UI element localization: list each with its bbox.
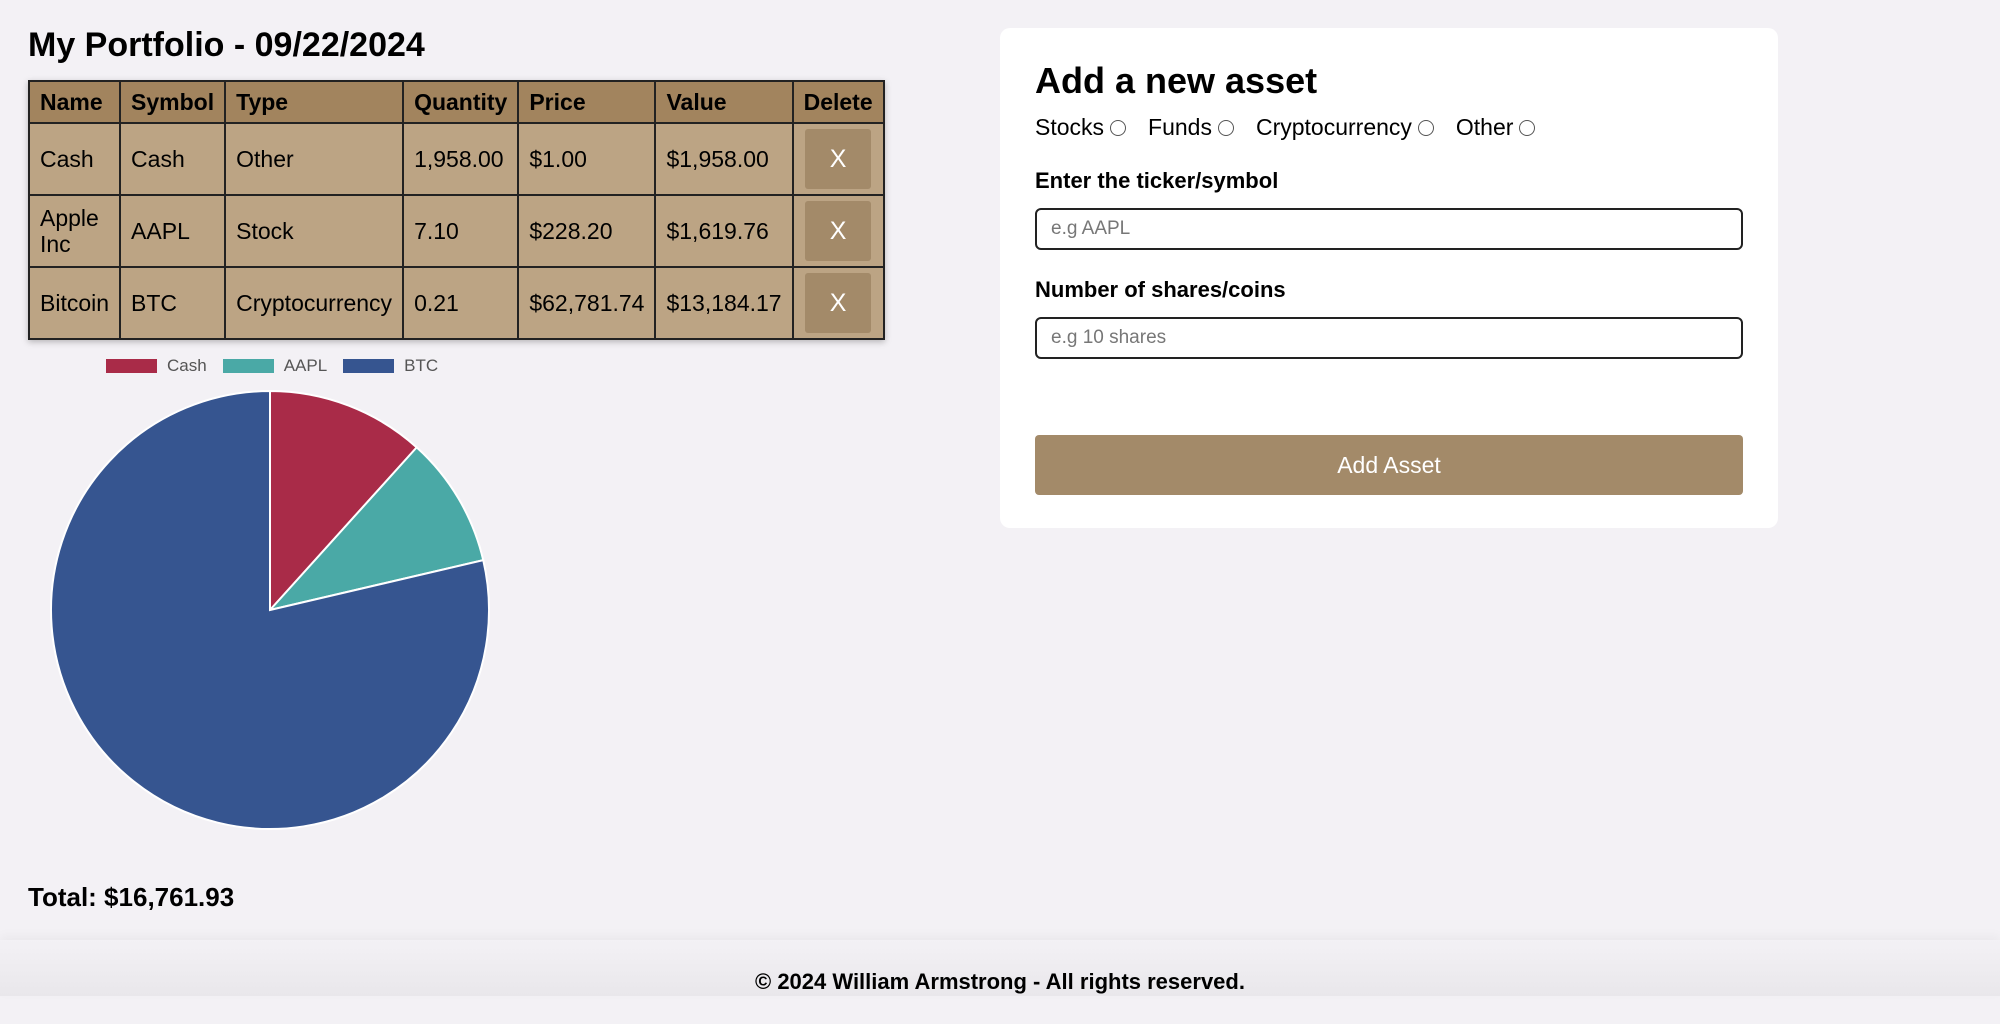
radio-option-other[interactable]: Other bbox=[1456, 114, 1536, 141]
delete-btc-button[interactable]: X bbox=[805, 273, 872, 333]
cell-value: $13,184.17 bbox=[654, 266, 794, 340]
radio-stocks[interactable] bbox=[1110, 119, 1127, 136]
cell-type: Stock bbox=[224, 194, 405, 268]
add-asset-card: Add a new asset Stocks Funds Cryptocurre… bbox=[1000, 28, 1778, 528]
cell-symbol: BTC bbox=[119, 266, 227, 340]
cell-delete: X bbox=[791, 122, 885, 196]
radio-option-funds[interactable]: Funds bbox=[1148, 114, 1234, 141]
chart-legend: Cash AAPL BTC bbox=[106, 356, 454, 376]
legend-label-aapl: AAPL bbox=[283, 356, 328, 375]
legend-item-btc[interactable]: BTC bbox=[343, 356, 438, 376]
column-header-type: Type bbox=[224, 80, 405, 124]
footer-copyright: © 2024 William Armstrong - All rights re… bbox=[0, 940, 2000, 996]
asset-type-radio-group: Stocks Funds Cryptocurrency Other bbox=[1035, 114, 1743, 141]
legend-label-btc: BTC bbox=[404, 356, 439, 375]
cell-price: $62,781.74 bbox=[517, 266, 657, 340]
cell-name: Apple Inc bbox=[27, 194, 122, 268]
legend-item-cash[interactable]: Cash bbox=[106, 356, 207, 376]
cell-delete: X bbox=[791, 266, 885, 340]
column-header-name: Name bbox=[27, 80, 122, 124]
table-row: Apple Inc AAPL Stock 7.10 $228.20 $1,619… bbox=[27, 194, 885, 268]
cell-symbol: AAPL bbox=[119, 194, 227, 268]
table-row: Bitcoin BTC Cryptocurrency 0.21 $62,781.… bbox=[27, 266, 885, 340]
radio-other[interactable] bbox=[1519, 119, 1536, 136]
allocation-pie-chart bbox=[50, 389, 490, 830]
radio-label-funds: Funds bbox=[1148, 114, 1212, 140]
column-header-delete: Delete bbox=[791, 80, 885, 124]
legend-swatch-btc bbox=[343, 359, 395, 373]
cell-value: $1,958.00 bbox=[654, 122, 794, 196]
legend-swatch-cash bbox=[106, 359, 157, 373]
radio-funds[interactable] bbox=[1217, 119, 1234, 136]
legend-item-aapl[interactable]: AAPL bbox=[222, 356, 328, 376]
cell-name: Cash bbox=[27, 122, 122, 196]
radio-option-cryptocurrency[interactable]: Cryptocurrency bbox=[1256, 114, 1434, 141]
cell-value: $1,619.76 bbox=[654, 194, 794, 268]
ticker-label: Enter the ticker/symbol bbox=[1035, 168, 1279, 193]
shares-input[interactable] bbox=[1035, 317, 1743, 359]
portfolio-total: Total: $16,761.93 bbox=[28, 882, 235, 912]
add-asset-button[interactable]: Add Asset bbox=[1035, 435, 1743, 495]
add-asset-title: Add a new asset bbox=[1035, 60, 1318, 101]
page-title: My Portfolio - 09/22/2024 bbox=[28, 26, 425, 64]
table-row: Cash Cash Other 1,958.00 $1.00 $1,958.00… bbox=[27, 122, 885, 196]
cell-delete: X bbox=[791, 194, 885, 268]
radio-option-stocks[interactable]: Stocks bbox=[1035, 114, 1127, 141]
radio-label-stocks: Stocks bbox=[1035, 114, 1105, 140]
cell-type: Other bbox=[224, 122, 405, 196]
legend-label-cash: Cash bbox=[167, 356, 207, 375]
ticker-input[interactable] bbox=[1035, 208, 1743, 250]
radio-cryptocurrency[interactable] bbox=[1417, 119, 1434, 136]
column-header-quantity: Quantity bbox=[402, 80, 520, 124]
portfolio-table: Name Symbol Type Quantity Price Value De… bbox=[27, 80, 885, 340]
cell-type: Cryptocurrency bbox=[224, 266, 405, 340]
legend-swatch-aapl bbox=[222, 359, 274, 373]
table-header-row: Name Symbol Type Quantity Price Value De… bbox=[27, 80, 885, 124]
cell-price: $228.20 bbox=[517, 194, 657, 268]
cell-quantity: 1,958.00 bbox=[402, 122, 520, 196]
cell-symbol: Cash bbox=[119, 122, 227, 196]
cell-price: $1.00 bbox=[517, 122, 657, 196]
cell-name: Bitcoin bbox=[27, 266, 122, 340]
radio-label-other: Other bbox=[1455, 114, 1514, 140]
shares-label: Number of shares/coins bbox=[1035, 277, 1286, 302]
cell-quantity: 7.10 bbox=[402, 194, 520, 268]
column-header-symbol: Symbol bbox=[119, 80, 227, 124]
cell-quantity: 0.21 bbox=[402, 266, 520, 340]
column-header-price: Price bbox=[517, 80, 657, 124]
delete-cash-button[interactable]: X bbox=[805, 129, 872, 189]
radio-label-cryptocurrency: Cryptocurrency bbox=[1255, 114, 1412, 140]
delete-aapl-button[interactable]: X bbox=[805, 201, 872, 261]
column-header-value: Value bbox=[654, 80, 794, 124]
